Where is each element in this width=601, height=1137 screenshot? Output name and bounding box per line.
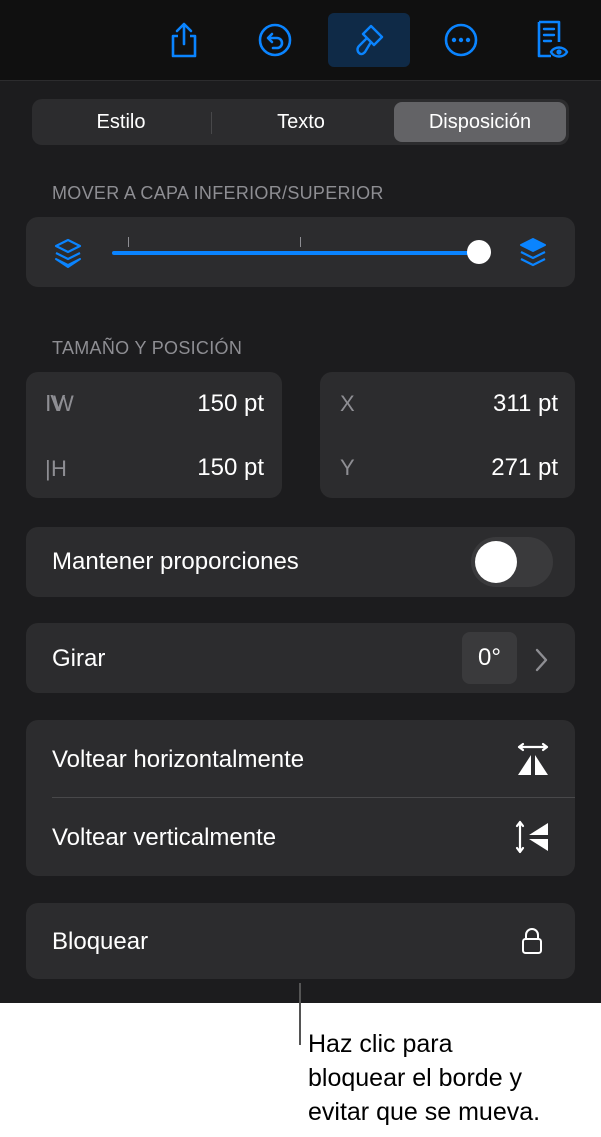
format-brush-icon xyxy=(356,24,384,56)
more-button[interactable] xyxy=(420,13,502,67)
x-value-field[interactable]: 311 pt xyxy=(440,390,558,418)
tab-style[interactable]: Estilo xyxy=(35,102,207,142)
y-value-field[interactable]: 271 pt xyxy=(440,454,558,482)
width-label-icon: Ⅳ W xyxy=(45,391,74,416)
tab-text[interactable]: Texto xyxy=(216,102,386,142)
tab-divider xyxy=(211,112,212,134)
layers-front-icon[interactable] xyxy=(517,236,549,270)
layer-slider-track[interactable] xyxy=(112,251,480,255)
flip-separator xyxy=(52,797,575,798)
rotate-label: Girar xyxy=(52,645,106,672)
reader-view-icon xyxy=(537,20,569,58)
width-value-field[interactable]: 150 pt xyxy=(150,390,264,418)
share-button[interactable] xyxy=(143,13,225,67)
layer-slider-handle[interactable] xyxy=(467,240,491,264)
rotate-value-field[interactable]: 0° xyxy=(462,632,517,684)
flip-vertical-label[interactable]: Voltear verticalmente xyxy=(52,824,276,852)
y-label: Y xyxy=(340,455,355,480)
slider-tick xyxy=(300,237,301,247)
undo-icon xyxy=(258,23,292,57)
lock-icon[interactable] xyxy=(520,926,544,956)
callout-leader-line xyxy=(299,983,301,1045)
share-icon xyxy=(171,22,197,58)
flip-card xyxy=(26,720,575,876)
size-position-section-title: TAMAÑO Y POSICIÓN xyxy=(52,338,243,358)
callout-text: Haz clic para bloquear el borde y evitar… xyxy=(308,1030,541,1126)
toggle-knob xyxy=(475,541,517,583)
x-label: X xyxy=(340,391,355,416)
layers-back-icon[interactable] xyxy=(52,236,84,270)
height-label: H xyxy=(51,456,67,481)
format-panel: Estilo Texto Disposición MOVER A CAPA IN… xyxy=(0,0,601,1003)
height-value-field[interactable]: 150 pt xyxy=(150,454,264,482)
chevron-right-icon[interactable] xyxy=(533,647,549,673)
tab-arrange[interactable]: Disposición xyxy=(394,102,566,142)
height-label-icon: | H xyxy=(45,456,67,481)
flip-vertical-icon[interactable] xyxy=(514,819,552,855)
toolbar xyxy=(0,0,601,81)
width-label: W xyxy=(53,391,74,416)
format-button[interactable] xyxy=(328,13,410,67)
lock-label: Bloquear xyxy=(52,928,149,955)
undo-button[interactable] xyxy=(234,13,316,67)
arrange-section-title: MOVER A CAPA INFERIOR/SUPERIOR xyxy=(52,183,384,203)
flip-horizontal-icon[interactable] xyxy=(514,742,552,778)
slider-tick xyxy=(128,237,129,247)
constrain-toggle[interactable] xyxy=(471,537,553,587)
reader-view-button[interactable] xyxy=(510,13,592,67)
more-icon xyxy=(444,23,478,57)
tab-bar: Estilo Texto Disposición xyxy=(32,99,569,145)
flip-horizontal-label[interactable]: Voltear horizontalmente xyxy=(52,746,304,774)
constrain-label: Mantener proporciones xyxy=(52,548,299,575)
